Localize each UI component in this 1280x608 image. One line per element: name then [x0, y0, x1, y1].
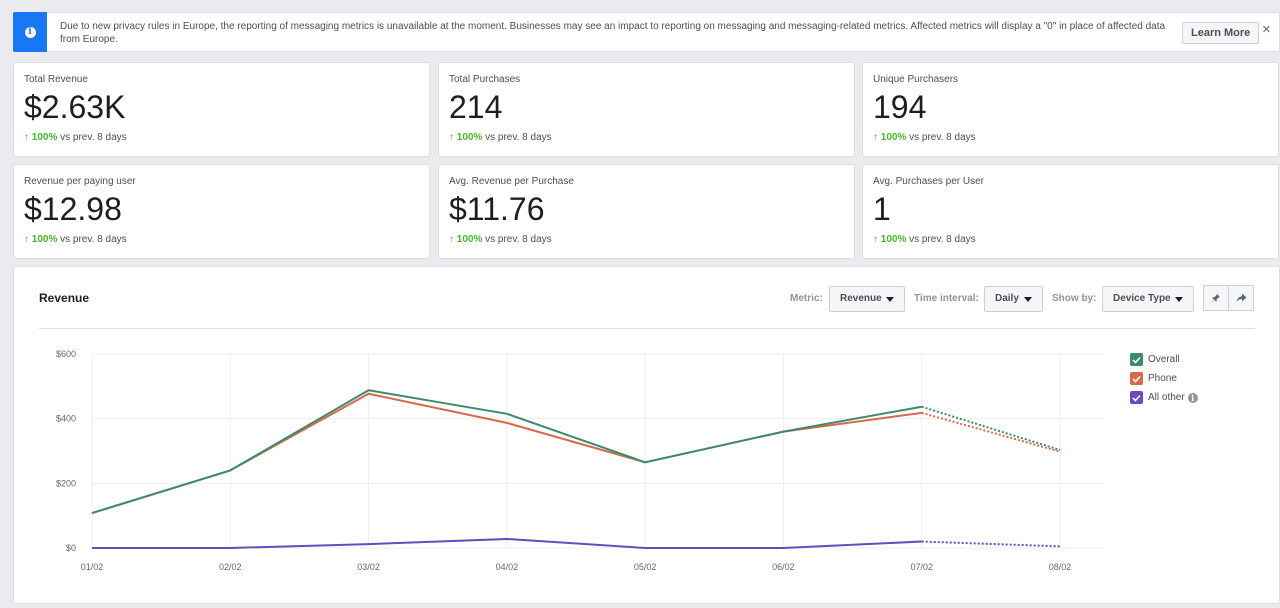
- check-icon: [1132, 356, 1141, 364]
- metric-value: 214: [449, 89, 503, 125]
- chart-legend: Overall Phone All other i: [1130, 350, 1198, 407]
- change-percent: 100%: [456, 132, 483, 143]
- metric-value: $12.98: [24, 191, 122, 227]
- change-percent: 100%: [31, 234, 58, 245]
- info-icon[interactable]: i: [1187, 392, 1198, 403]
- legend-item-all-other[interactable]: All other i: [1130, 388, 1198, 407]
- up-arrow-icon: ↑: [24, 234, 29, 245]
- learn-more-button[interactable]: Learn More: [1182, 22, 1260, 44]
- metric-card-unique-purchasers: Unique Purchasers 194 ↑ 100% vs prev. 8 …: [862, 62, 1279, 157]
- change-compare: vs prev. 8 days: [482, 234, 552, 245]
- revenue-line-chart: $0 $200 $400 $600 01/02 02/02 03/02 04/02 05/02 0…: [56, 349, 1104, 572]
- close-icon[interactable]: ×: [1262, 21, 1271, 39]
- change-percent: 100%: [880, 234, 907, 245]
- metric-label: Avg. Purchases per User: [873, 176, 984, 187]
- metric-card-total-purchases: Total Purchases 214 ↑ 100% vs prev. 8 da…: [438, 62, 855, 157]
- x-tick-label: 05/02: [634, 562, 657, 572]
- metric-value: 1: [873, 191, 891, 227]
- all-other-checkbox[interactable]: [1130, 391, 1143, 404]
- change-compare: vs prev. 8 days: [57, 234, 127, 245]
- metric-change: ↑ 100% vs prev. 8 days: [873, 132, 976, 143]
- up-arrow-icon: ↑: [873, 234, 878, 245]
- phone-checkbox[interactable]: [1130, 372, 1143, 385]
- series-projection-overall: [921, 405, 1061, 451]
- overall-checkbox[interactable]: [1130, 353, 1143, 366]
- y-tick-label: $0: [66, 543, 76, 553]
- metric-change: ↑ 100% vs prev. 8 days: [873, 234, 976, 245]
- metric-label: Unique Purchasers: [873, 74, 959, 85]
- metric-change: ↑ 100% vs prev. 8 days: [449, 234, 552, 245]
- caret-down-icon: [1175, 297, 1183, 302]
- change-compare: vs prev. 8 days: [57, 132, 127, 143]
- metric-value: $11.76: [449, 191, 545, 227]
- metric-change: ↑ 100% vs prev. 8 days: [449, 132, 552, 143]
- metric-change: ↑ 100% vs prev. 8 days: [24, 132, 127, 143]
- pin-icon: [1211, 294, 1220, 302]
- metric-label: Revenue per paying user: [24, 176, 136, 187]
- legend-label: All other: [1148, 392, 1185, 403]
- x-tick-label: 06/02: [772, 562, 795, 572]
- x-tick-label: 02/02: [219, 562, 242, 572]
- up-arrow-icon: ↑: [873, 132, 878, 143]
- series-projection-all-other: [921, 540, 1061, 548]
- revenue-chart-panel: Revenue Metric: Revenue Time interval: D…: [13, 266, 1280, 604]
- up-arrow-icon: ↑: [24, 132, 29, 143]
- share-icon: [1236, 293, 1246, 302]
- y-tick-label: $400: [56, 414, 76, 424]
- metric-label: Total Revenue: [24, 74, 88, 85]
- metric-card-total-revenue: Total Revenue $2.63K ↑ 100% vs prev. 8 d…: [13, 62, 430, 157]
- share-button[interactable]: [1228, 285, 1254, 311]
- legend-label: Phone: [1148, 373, 1177, 384]
- y-tick-label: $200: [56, 478, 76, 488]
- metric-card-avg-revenue-per-purchase: Avg. Revenue per Purchase $11.76 ↑ 100% …: [438, 164, 855, 259]
- legend-label: Overall: [1148, 354, 1180, 365]
- y-tick-label: $600: [56, 349, 76, 359]
- x-tick-label: 01/02: [81, 562, 104, 572]
- metric-value: $2.63K: [24, 89, 126, 125]
- x-tick-label: 08/02: [1049, 562, 1072, 572]
- change-percent: 100%: [456, 234, 483, 245]
- metric-card-revenue-per-paying-user: Revenue per paying user $12.98 ↑ 100% vs…: [13, 164, 430, 259]
- legend-item-phone[interactable]: Phone: [1130, 369, 1198, 388]
- info-strip: i: [13, 12, 47, 52]
- x-tick-label: 07/02: [910, 562, 933, 572]
- metric-label: Avg. Revenue per Purchase: [449, 176, 574, 187]
- change-compare: vs prev. 8 days: [906, 234, 976, 245]
- metric-card-avg-purchases-per-user: Avg. Purchases per User 1 ↑ 100% vs prev…: [862, 164, 1279, 259]
- pin-button[interactable]: [1203, 285, 1229, 311]
- check-icon: [1132, 375, 1141, 383]
- change-compare: vs prev. 8 days: [482, 132, 552, 143]
- metric-value: 194: [873, 89, 927, 125]
- notice-message: Due to new privacy rules in Europe, the …: [60, 21, 1166, 45]
- x-tick-label: 04/02: [496, 562, 519, 572]
- metric-label: Total Purchases: [449, 74, 521, 85]
- metric-change: ↑ 100% vs prev. 8 days: [24, 234, 127, 245]
- up-arrow-icon: ↑: [449, 234, 454, 245]
- check-icon: [1132, 394, 1141, 402]
- info-icon: i: [24, 26, 36, 38]
- privacy-notice-banner: i Due to new privacy rules in Europe, th…: [13, 12, 1280, 52]
- up-arrow-icon: ↑: [449, 132, 454, 143]
- x-tick-label: 03/02: [357, 562, 380, 572]
- legend-item-overall[interactable]: Overall: [1130, 350, 1198, 369]
- change-percent: 100%: [880, 132, 907, 143]
- change-percent: 100%: [31, 132, 58, 143]
- change-compare: vs prev. 8 days: [906, 132, 976, 143]
